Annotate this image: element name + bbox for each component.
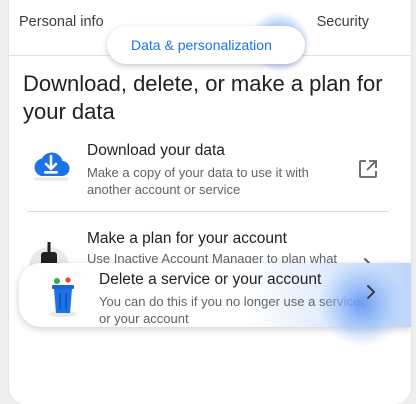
trash-can-icon [47, 275, 79, 322]
data-plan-card: Download, delete, or make a plan for you… [9, 56, 411, 404]
download-data-title: Download your data [87, 142, 225, 159]
tab-security[interactable]: Security [317, 14, 369, 30]
download-data-description: Make a copy of your data to use it with … [87, 165, 309, 197]
download-data-row[interactable]: Download your data Make a copy of your d… [9, 138, 411, 208]
tap-highlight-glow [320, 262, 404, 346]
row-divider [27, 211, 389, 212]
card-title: Download, delete, or make a plan for you… [23, 71, 383, 124]
delete-service-title: Delete a service or your account [99, 271, 322, 288]
chevron-right-icon[interactable] [364, 283, 378, 306]
open-external-icon[interactable] [357, 158, 379, 185]
tab-data-personalization[interactable]: Data & personalization [107, 26, 305, 64]
tab-strip: Personal info Security Data & personaliz… [9, 0, 411, 72]
tab-personal-info[interactable]: Personal info [19, 14, 104, 30]
tab-data-personalization-label: Data & personalization [131, 37, 272, 53]
cloud-download-icon [31, 148, 71, 187]
make-plan-title: Make a plan for your account [87, 230, 287, 247]
